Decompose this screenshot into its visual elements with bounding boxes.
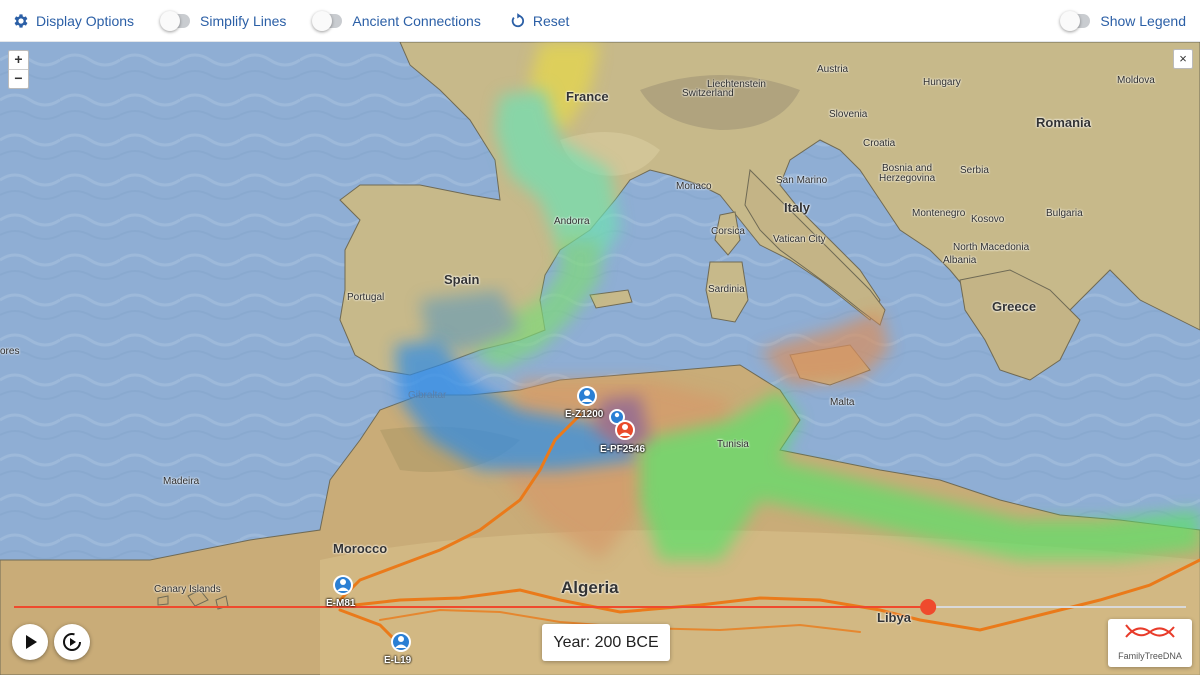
simplify-lines-toggle[interactable]: Simplify Lines bbox=[160, 10, 287, 31]
marker-ez1200[interactable] bbox=[577, 386, 597, 406]
label-ores: ores bbox=[0, 346, 20, 357]
simplify-lines-label: Simplify Lines bbox=[200, 12, 287, 29]
marker-em81[interactable] bbox=[333, 575, 353, 595]
play-icon bbox=[26, 635, 37, 649]
reset-icon bbox=[511, 12, 524, 27]
timeline-handle[interactable] bbox=[920, 599, 937, 615]
label-montenegro: Montenegro bbox=[912, 208, 966, 219]
zoom-in-button[interactable]: + bbox=[9, 51, 28, 69]
marker-label-em81: E-M81 bbox=[326, 598, 356, 609]
marker-el19[interactable] bbox=[391, 632, 411, 652]
ancient-connections-toggle[interactable]: Ancient Connections bbox=[312, 10, 481, 31]
label-switzerland: Switzerland bbox=[682, 88, 734, 99]
year-indicator: Year: 200 BCE bbox=[542, 624, 670, 661]
label-albania: Albania bbox=[943, 255, 977, 266]
toggle-switch[interactable] bbox=[160, 10, 191, 31]
label-morocco: Morocco bbox=[333, 541, 388, 556]
label-tunisia: Tunisia bbox=[717, 439, 749, 450]
label-moldova: Moldova bbox=[1117, 75, 1155, 86]
play-button[interactable] bbox=[12, 624, 48, 660]
label-north-macedonia: North Macedonia bbox=[953, 242, 1030, 253]
label-bosnia-2: Herzegovina bbox=[879, 173, 936, 184]
familytreedna-logo[interactable]: FamilyTreeDNA bbox=[1108, 619, 1192, 667]
migration-map[interactable]: France Austria Hungary Moldova Liechtens… bbox=[0, 42, 1200, 675]
label-malta: Malta bbox=[830, 397, 855, 408]
label-san-marino: San Marino bbox=[776, 175, 828, 186]
replay-button[interactable] bbox=[54, 624, 90, 660]
label-hungary: Hungary bbox=[923, 77, 961, 88]
label-gibraltar: Gibraltar bbox=[408, 390, 447, 401]
ancient-connections-label: Ancient Connections bbox=[352, 12, 481, 29]
label-greece: Greece bbox=[992, 299, 1037, 314]
display-options-button[interactable]: Display Options bbox=[12, 12, 134, 30]
marker-epf2546[interactable] bbox=[615, 420, 635, 440]
label-algeria: Algeria bbox=[561, 578, 619, 597]
label-croatia: Croatia bbox=[863, 138, 896, 149]
toggle-switch[interactable] bbox=[1060, 10, 1091, 31]
toolbar: Display Options Simplify Lines Ancient C… bbox=[0, 0, 1200, 42]
reset-button[interactable]: Reset bbox=[509, 12, 570, 30]
marker-label-ez1200: E-Z1200 bbox=[565, 409, 604, 420]
label-libya: Libya bbox=[877, 610, 911, 625]
display-options-label: Display Options bbox=[36, 12, 135, 29]
label-corsica: Corsica bbox=[711, 226, 745, 237]
label-sardinia: Sardinia bbox=[708, 284, 745, 295]
close-button[interactable]: × bbox=[1173, 49, 1193, 69]
zoom-control: + − bbox=[8, 50, 29, 89]
label-romania: Romania bbox=[1036, 115, 1091, 130]
show-legend-label: Show Legend bbox=[1100, 12, 1186, 29]
label-vatican: Vatican City bbox=[773, 234, 826, 245]
label-andorra: Andorra bbox=[554, 216, 590, 227]
label-portugal: Portugal bbox=[347, 292, 385, 303]
reset-label: Reset bbox=[532, 12, 570, 29]
label-serbia: Serbia bbox=[960, 165, 989, 176]
label-spain: Spain bbox=[444, 272, 480, 287]
logo-text: FamilyTreeDNA bbox=[1118, 651, 1182, 661]
label-slovenia: Slovenia bbox=[829, 109, 868, 120]
marker-label-epf2546: E-PF2546 bbox=[600, 444, 646, 455]
label-austria: Austria bbox=[817, 64, 849, 75]
label-madeira: Madeira bbox=[163, 476, 200, 487]
dna-helix-icon bbox=[1125, 624, 1175, 638]
gear-icon bbox=[14, 13, 28, 28]
label-monaco: Monaco bbox=[676, 181, 712, 192]
label-bulgaria: Bulgaria bbox=[1046, 208, 1083, 219]
label-canary-islands: Canary Islands bbox=[154, 584, 221, 595]
label-italy: Italy bbox=[784, 200, 811, 215]
label-france: France bbox=[566, 89, 609, 104]
show-legend-toggle[interactable]: Show Legend bbox=[1060, 10, 1186, 31]
zoom-out-button[interactable]: − bbox=[9, 69, 28, 88]
marker-label-el19: E-L19 bbox=[384, 655, 412, 666]
label-kosovo: Kosovo bbox=[971, 214, 1005, 225]
replay-icon bbox=[63, 633, 81, 651]
toggle-switch[interactable] bbox=[312, 10, 343, 31]
